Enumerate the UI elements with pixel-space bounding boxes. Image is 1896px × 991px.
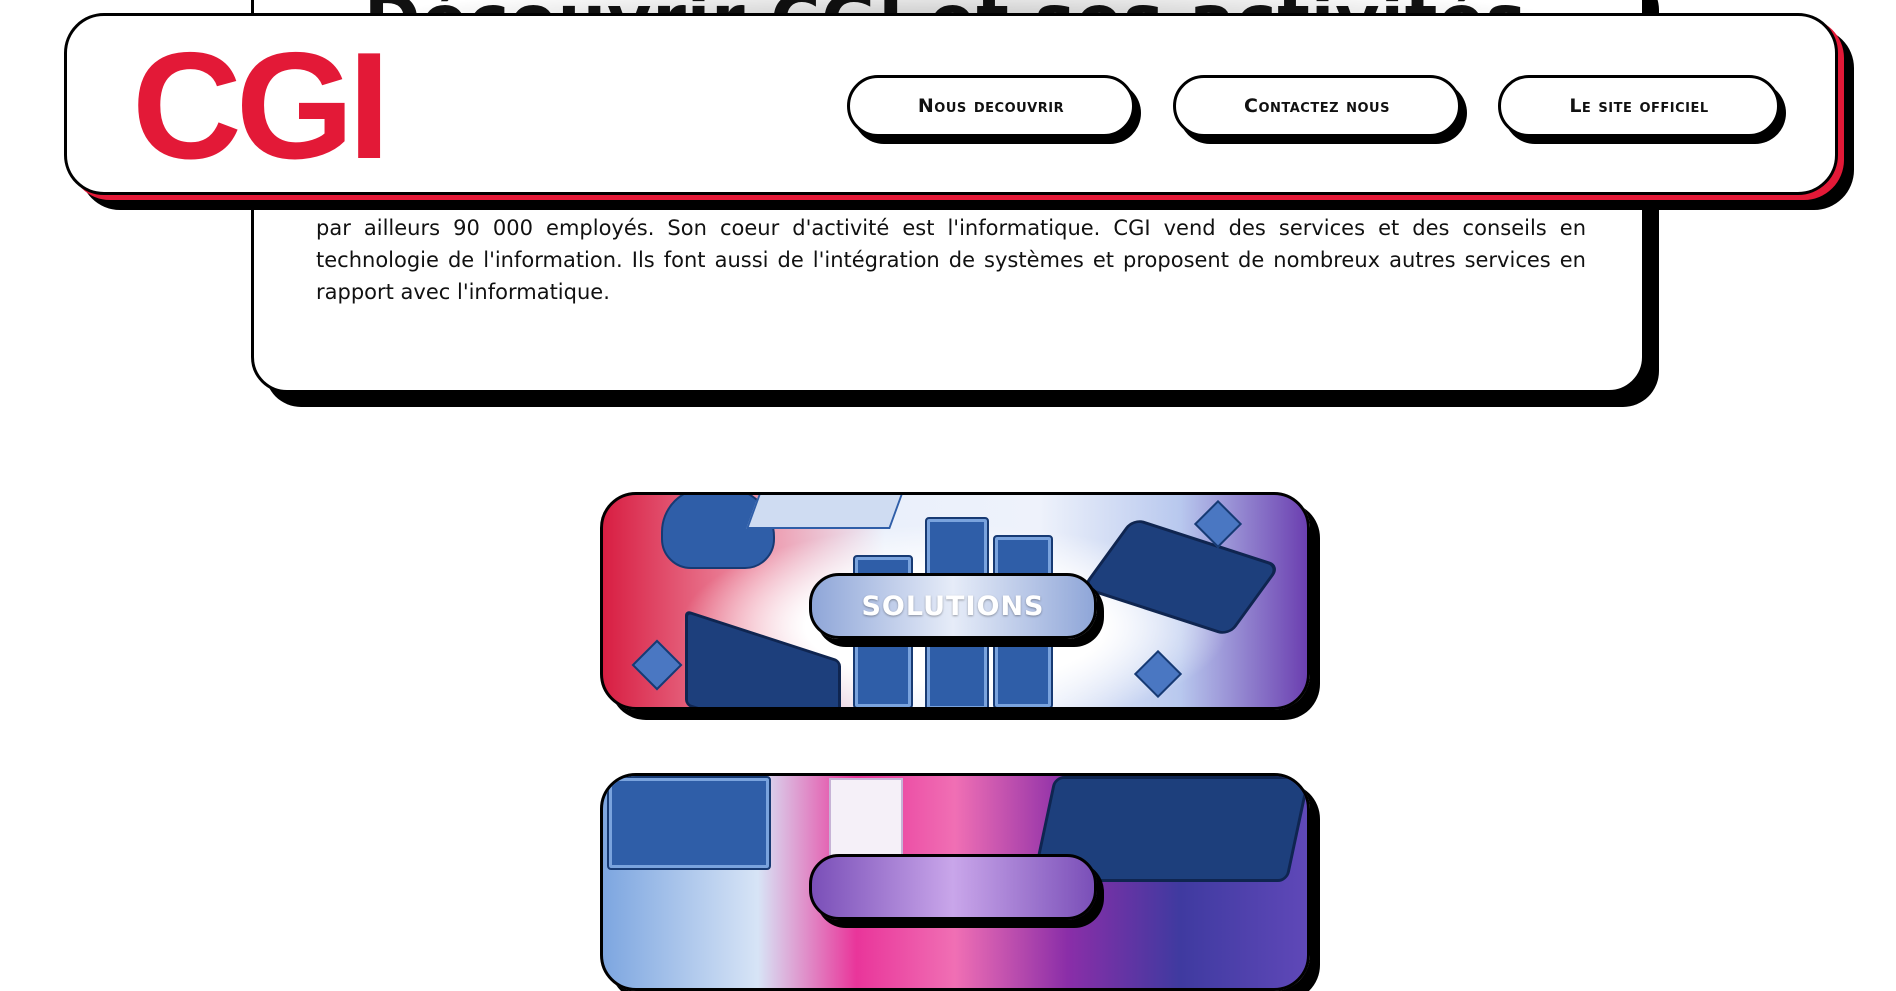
cgi-logo[interactable]: CGI bbox=[132, 30, 390, 182]
nav-button-nous-decouvrir[interactable]: Nous decouvrir bbox=[847, 75, 1135, 137]
site-header: CGI Nous decouvrir Contactez nous Le sit… bbox=[64, 13, 1838, 195]
document-illustration bbox=[829, 778, 903, 862]
second-tile[interactable] bbox=[600, 773, 1310, 991]
cube-illustration bbox=[1133, 649, 1183, 699]
laptop-illustration bbox=[746, 495, 904, 529]
cube-illustration bbox=[631, 639, 683, 691]
about-text: par ailleurs 90 000 employés. Son coeur … bbox=[316, 216, 1586, 304]
solutions-tile[interactable]: SOLUTIONS bbox=[600, 492, 1310, 710]
nav-button-site-officiel[interactable]: Le site officiel bbox=[1498, 75, 1780, 137]
second-tile-label bbox=[809, 854, 1097, 920]
tablet-illustration bbox=[1080, 517, 1282, 637]
solutions-label: SOLUTIONS bbox=[809, 573, 1097, 639]
server-illustration bbox=[607, 776, 771, 870]
nav-button-contactez-nous[interactable]: Contactez nous bbox=[1173, 75, 1461, 137]
